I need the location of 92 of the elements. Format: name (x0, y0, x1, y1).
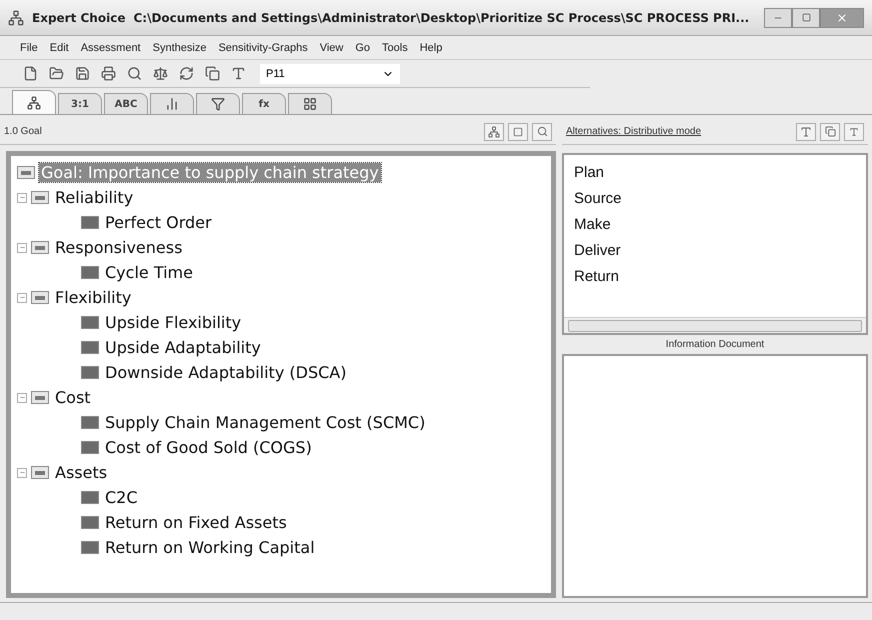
alternative-item[interactable]: Source (574, 185, 856, 211)
menu-item[interactable]: Edit (50, 42, 69, 54)
tree-node[interactable]: Reliability (53, 188, 136, 207)
view-tab[interactable]: fx (242, 93, 286, 114)
node-icon (31, 291, 49, 304)
view-tab[interactable] (150, 93, 194, 114)
font-edit-button[interactable] (796, 122, 816, 140)
leaf-node-icon (81, 216, 99, 229)
menu-item[interactable]: File (20, 42, 38, 54)
minimize-button[interactable] (764, 8, 792, 28)
minus-icon (18, 394, 26, 401)
node-view-button[interactable] (508, 122, 528, 140)
font-icon (800, 126, 812, 138)
view-tab[interactable] (196, 93, 240, 114)
collapse-toggle[interactable] (17, 292, 27, 302)
model-combo[interactable]: P11 (260, 64, 400, 84)
minus-icon (18, 194, 26, 201)
alternative-item[interactable]: Deliver (574, 237, 856, 263)
node-path: 1.0 Goal (4, 126, 42, 137)
copy-button[interactable] (820, 122, 840, 140)
alternative-item[interactable]: Plan (574, 159, 856, 185)
view-tab[interactable] (12, 90, 56, 114)
view-tab[interactable]: 3:1 (58, 93, 102, 114)
leaf-node-icon (81, 441, 99, 454)
bar-chart-icon (165, 97, 179, 111)
collapse-toggle[interactable] (17, 392, 27, 402)
alternative-item[interactable]: Return (574, 263, 856, 289)
menu-item[interactable]: Go (355, 42, 370, 54)
leaf-node-icon (81, 266, 99, 279)
maximize-button[interactable] (792, 8, 820, 28)
menu-item[interactable]: Help (420, 42, 442, 54)
funnel-icon (211, 97, 225, 111)
tree-node[interactable]: Return on Working Capital (103, 538, 317, 557)
minus-icon (18, 469, 26, 476)
tree-node[interactable]: Upside Flexibility (103, 313, 244, 332)
close-button[interactable] (820, 8, 864, 28)
hierarchy-icon (488, 126, 500, 138)
app-icon (8, 10, 24, 26)
tree-node[interactable]: Downside Adaptability (DSCA) (103, 363, 348, 382)
alternatives-mode-link[interactable]: Alternatives: Distributive mode (566, 126, 702, 137)
grid-icon (303, 97, 317, 111)
search-icon (536, 126, 548, 137)
node-icon (17, 166, 35, 179)
copy-icon (824, 126, 836, 137)
minus-icon (18, 294, 26, 301)
window-title: C:\Documents and Settings\Administrator\Desktop\Prioritize SC Process\SC PROCESS PRI... (133, 10, 750, 24)
font-icon (849, 126, 859, 136)
tree-node[interactable]: Perfect Order (103, 213, 214, 232)
menu-item[interactable]: Tools (382, 42, 408, 54)
info-document-label: Information Document (664, 339, 766, 350)
tree-node[interactable]: Upside Adaptability (103, 338, 263, 357)
leaf-node-icon (81, 341, 99, 354)
node-icon (31, 241, 49, 254)
close-icon (836, 12, 848, 24)
leaf-node-icon (81, 366, 99, 379)
leaf-node-icon (81, 491, 99, 504)
view-tab[interactable] (288, 93, 332, 114)
add-alternative-button[interactable] (844, 122, 864, 140)
menu-item[interactable]: Sensitivity-Graphs (218, 42, 308, 54)
tree-node[interactable]: Flexibility (53, 288, 134, 307)
tree-node[interactable]: Cost of Good Sold (COGS) (103, 438, 314, 457)
square-icon (513, 126, 523, 136)
alternative-item[interactable]: Make (574, 211, 856, 237)
node-icon (31, 191, 49, 204)
leaf-node-icon (81, 541, 99, 554)
maximize-icon (802, 13, 810, 22)
tree-node[interactable]: Supply Chain Management Cost (SCMC) (103, 413, 428, 432)
leaf-node-icon (81, 416, 99, 429)
collapse-toggle[interactable] (17, 242, 27, 252)
zoom-button[interactable] (532, 122, 552, 140)
leaf-node-icon (81, 316, 99, 329)
tree-node[interactable]: Return on Fixed Assets (103, 513, 289, 532)
tree-node[interactable]: Assets (53, 463, 110, 482)
collapse-toggle[interactable] (17, 192, 27, 202)
node-icon (31, 466, 49, 479)
menu-item[interactable]: Assessment (80, 42, 141, 54)
information-document[interactable] (562, 354, 868, 598)
menu-item[interactable]: View (320, 42, 344, 54)
collapse-toggle[interactable] (17, 468, 27, 478)
minus-icon (18, 244, 26, 251)
tree-node[interactable]: C2C (103, 488, 140, 507)
tree-node[interactable]: Cost (53, 388, 93, 407)
tree-node[interactable]: Responsiveness (53, 238, 184, 257)
app-name: Expert Choice (32, 10, 126, 24)
hierarchy-view-button[interactable] (484, 122, 504, 140)
menu-item[interactable]: Synthesize (152, 42, 206, 54)
node-icon (31, 391, 49, 404)
scrollbar-thumb[interactable] (568, 320, 862, 332)
view-tab[interactable]: ABC (104, 93, 148, 114)
tree-node[interactable]: Cycle Time (103, 263, 195, 282)
leaf-node-icon (81, 516, 99, 529)
hierarchy-icon (27, 96, 41, 110)
